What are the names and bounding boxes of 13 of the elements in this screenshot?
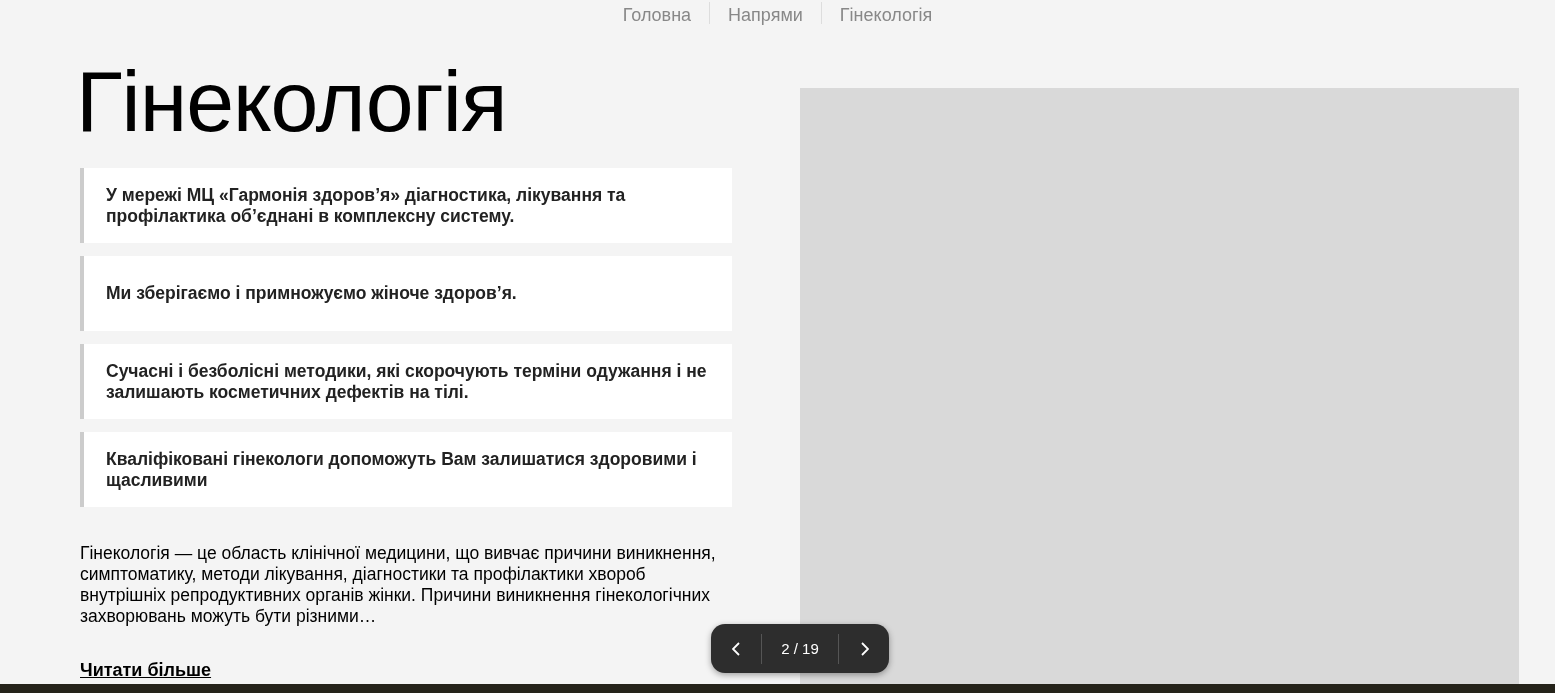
- chevron-left-icon: [731, 641, 741, 656]
- feature-card: У мережі МЦ «Гармонія здоров’я» діагностика, лікування та профілактика об’єднані в комплексну систему.: [80, 168, 732, 243]
- chevron-right-icon: [859, 641, 869, 656]
- read-more-link[interactable]: Читати більше: [80, 657, 212, 684]
- breadcrumb-link[interactable]: Гінекологія: [839, 2, 933, 28]
- feature-card: Кваліфіковані гінекологи допоможуть Вам залишатися здоровими і щасливими: [80, 432, 732, 507]
- breadcrumb-link[interactable]: Напрями: [728, 2, 803, 28]
- page-title: Гінекологія: [76, 58, 508, 144]
- breadcrumb-link[interactable]: Головна: [622, 2, 692, 28]
- slide-counter: 2 / 19: [761, 633, 839, 664]
- feature-card: Сучасні і безболісні методики, які скорочують терміни одужання і не залишають косметичних дефектів на тілі.: [80, 344, 732, 419]
- feature-card: Ми зберігаємо і примножуємо жіноче здоров’я.: [80, 256, 732, 331]
- description-paragraph: Гінекологія — це область клінічної медицини, що вивчає причини виникнення, симптоматику, методи лікування, діагностики та профілактики хвороб внутрішніх репродуктивних органів жінки. Причини виникнення гінекологічних захворювань можуть бути різними…: [80, 543, 717, 627]
